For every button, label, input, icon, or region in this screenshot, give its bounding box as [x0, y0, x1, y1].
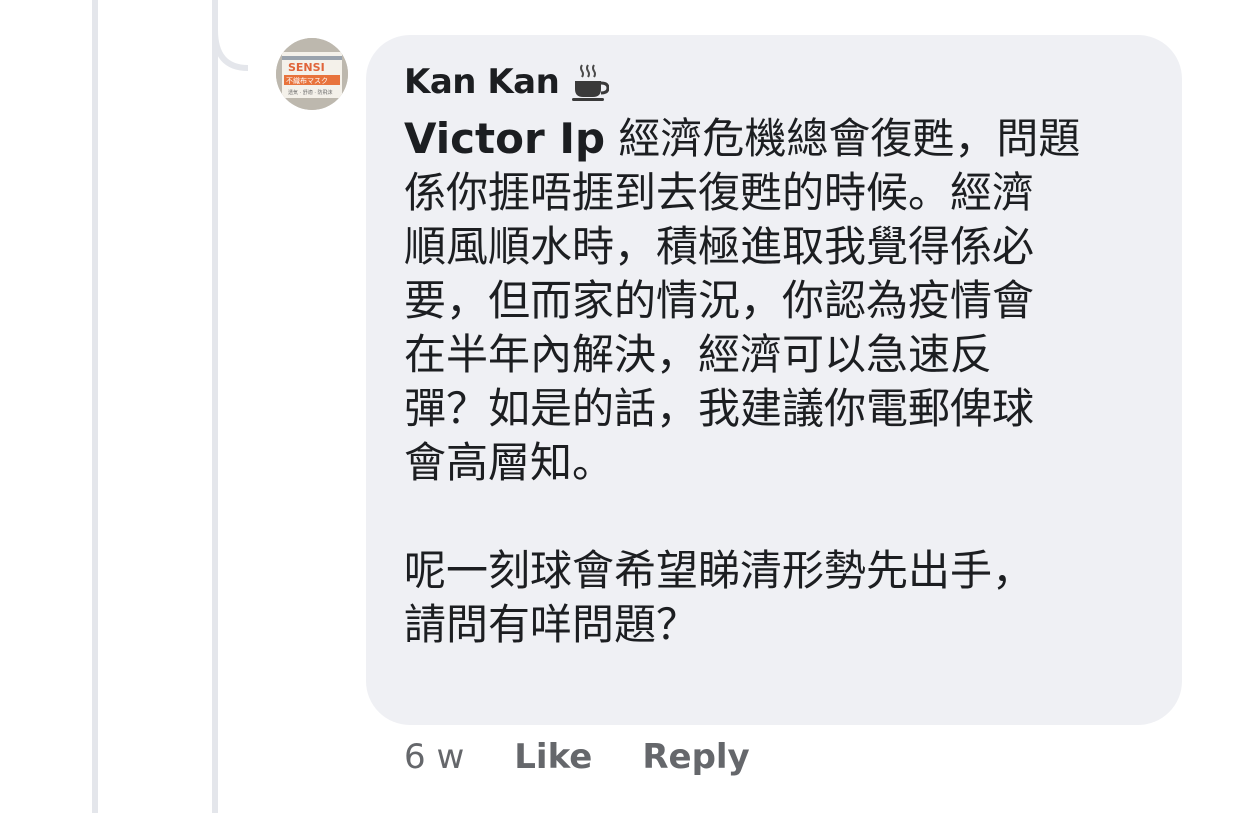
comment-line: Victor Ip 經濟危機總會復甦，問題 [404, 112, 1156, 166]
timestamp[interactable]: 6 w [404, 737, 464, 777]
avatar-subtitle-text: 不織布マスク [286, 76, 328, 85]
comment-header: Kan Kan [404, 58, 610, 106]
reply-button[interactable]: Reply [642, 737, 749, 777]
comment-line-text: 經濟危機總會復甦，問題 [605, 114, 1081, 163]
thread-line-outer [92, 0, 98, 813]
comment-line: 係你捱唔捱到去復甦的時候。經濟 [404, 168, 1035, 217]
comment-actions: 6 w Like Reply [404, 732, 800, 782]
comment-line: 順風順水時，積極進取我覺得係必 [404, 222, 1035, 271]
comment-line: 會高層知。 [404, 438, 615, 487]
avatar-brand-text: SENSI [288, 61, 325, 74]
avatar-image: SENSI 不織布マスク 透気 · 舒適 · 防飛沫 [276, 38, 348, 110]
comment-text: Victor Ip 經濟危機總會復甦，問題 係你捱唔捱到去復甦的時候。經濟 順風… [404, 112, 1156, 652]
paragraph-break [404, 490, 1156, 544]
like-button[interactable]: Like [514, 737, 592, 777]
comment-line: 在半年內解決，經濟可以急速反 [404, 330, 993, 379]
thread-line-inner [212, 0, 218, 813]
comment-line: 彈？如是的話，我建議你電郵俾球 [404, 384, 1035, 433]
comment-line: 請問有咩問題？ [404, 600, 699, 649]
comment-line: 要，但而家的情況，你認為疫情會 [404, 276, 1035, 325]
thread-connector-curve [212, 0, 249, 71]
avatar-caption-text: 透気 · 舒適 · 防飛沫 [288, 89, 333, 96]
comment-line: 呢一刻球會希望睇清形勢先出手， [404, 546, 1035, 595]
author-name[interactable]: Kan Kan [404, 62, 560, 102]
coffee-icon [571, 62, 610, 102]
mention-link[interactable]: Victor Ip [404, 114, 605, 163]
avatar[interactable]: SENSI 不織布マスク 透気 · 舒適 · 防飛沫 [276, 38, 348, 110]
